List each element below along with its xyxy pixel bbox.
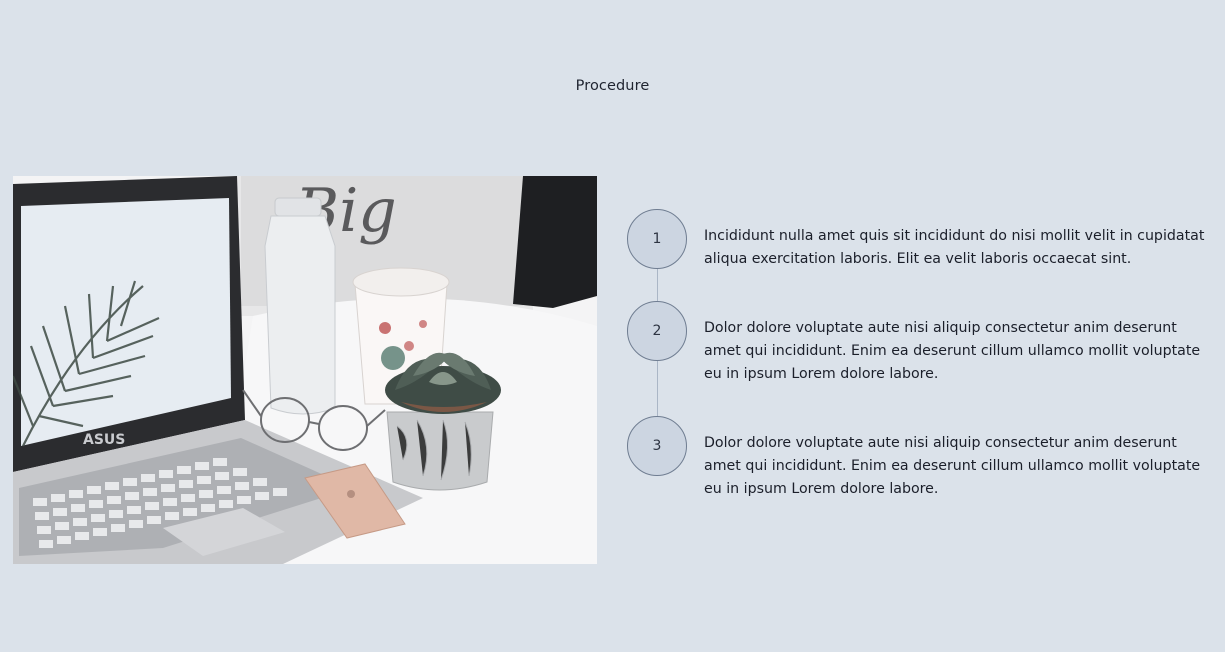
step-connector [657, 361, 658, 416]
laptop-desk-photo: Big ASUS [13, 176, 597, 564]
step-number-badge: 3 [627, 416, 687, 476]
procedure-image: Big ASUS [13, 176, 597, 564]
step-description: Dolor dolore voluptate aute nisi aliquip… [704, 320, 1201, 382]
step-description: Dolor dolore voluptate aute nisi aliquip… [704, 435, 1201, 497]
step-connector [657, 269, 658, 301]
svg-text:ASUS: ASUS [83, 432, 125, 448]
step-number-badge: 2 [627, 301, 687, 361]
section-title: Procedure [575, 78, 650, 94]
step-number-badge: 1 [627, 209, 687, 269]
step-description: Incididunt nulla amet quis sit incididun… [704, 228, 1205, 267]
